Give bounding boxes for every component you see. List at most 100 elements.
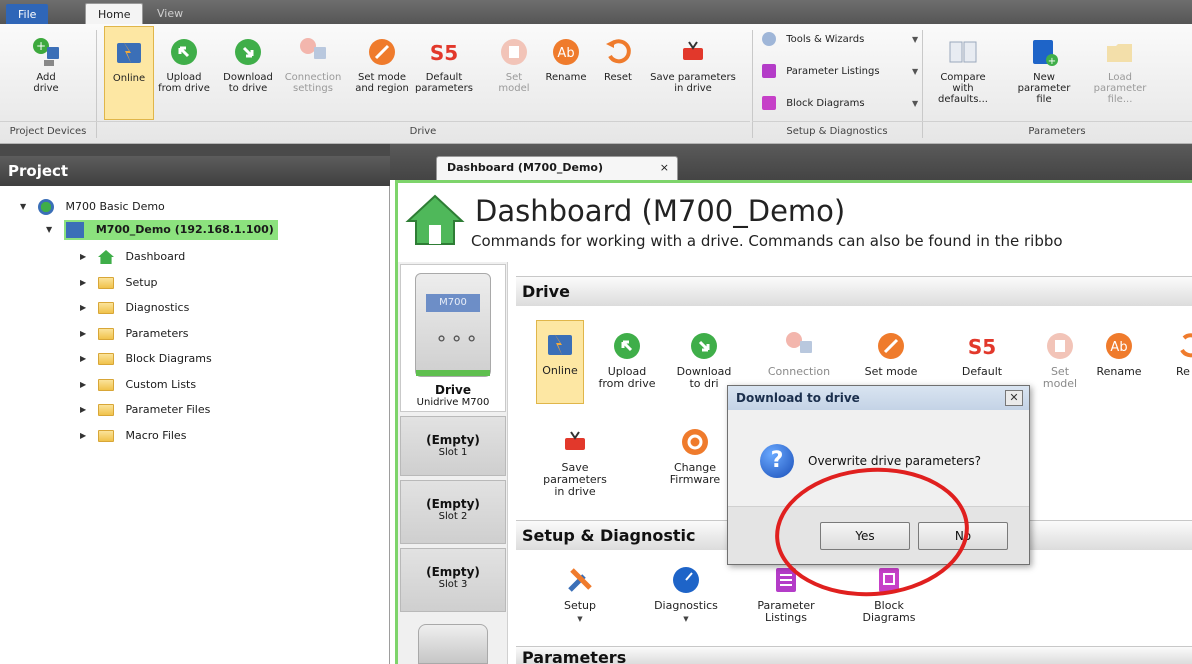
expand-arrow-icon[interactable]: ▶ <box>80 350 86 368</box>
reset-button[interactable]: Reset <box>598 26 638 120</box>
tools-wizards-menu[interactable]: Tools & Wizards ▼ <box>762 30 922 50</box>
block-diagrams-menu[interactable]: Block Diagrams ▼ <box>762 94 922 114</box>
default-button[interactable]: S5 Default <box>952 322 1012 382</box>
tree-item-custom-lists[interactable]: ▶ Custom Lists <box>80 376 196 394</box>
connection-icon <box>786 332 812 353</box>
rename-button[interactable]: Ab Rename <box>544 26 588 120</box>
drive-slot-model: Unidrive M700 <box>416 397 490 408</box>
load-parameter-file-button[interactable]: Load parameter file... <box>1080 26 1160 120</box>
tree-item-diagnostics[interactable]: ▶ Diagnostics <box>80 299 189 317</box>
online-icon <box>548 333 572 355</box>
expand-arrow-icon[interactable]: ▶ <box>80 274 86 292</box>
tree-item-setup[interactable]: ▶ Setup <box>80 274 158 292</box>
parameter-listings-button[interactable]: Parameter Listings <box>748 556 824 636</box>
svg-text:Ab: Ab <box>1110 340 1127 355</box>
expand-arrow-icon[interactable]: ▶ <box>80 299 86 317</box>
close-icon[interactable]: ✕ <box>1005 390 1023 406</box>
svg-text:Ab: Ab <box>557 46 574 61</box>
load-file-label: Load parameter file... <box>1093 72 1147 105</box>
reset-button[interactable]: Re <box>1162 322 1192 382</box>
tab-home[interactable]: Home <box>85 3 144 24</box>
download-button[interactable]: Download to drive <box>220 26 276 120</box>
default-parameters-icon: S5 <box>968 335 996 359</box>
save-parameters-button[interactable]: Save parameters in drive <box>646 26 740 120</box>
parameter-listings-label: Parameter Listings <box>757 599 815 624</box>
tree-item-dashboard[interactable]: ▶ Dashboard <box>80 248 185 266</box>
compare-label: Compare with defaults... <box>938 72 988 105</box>
tab-dashboard[interactable]: Dashboard (M700_Demo) × <box>436 156 678 180</box>
change-firmware-button[interactable]: Change Firmware <box>664 418 726 498</box>
project-panel-title: Project <box>0 156 390 186</box>
tab-view[interactable]: View <box>145 3 195 24</box>
compare-defaults-button[interactable]: Compare with defaults... <box>930 26 996 120</box>
new-file-icon: + <box>1033 40 1058 67</box>
tree-item-parameter-files[interactable]: ▶ Parameter Files <box>80 401 210 419</box>
home-icon <box>405 194 465 245</box>
expand-arrow-icon[interactable]: ▶ <box>80 427 86 445</box>
online-button[interactable]: Online <box>104 26 154 120</box>
download-button[interactable]: Download to dri <box>676 322 732 402</box>
default-parameters-label: Default parameters <box>414 72 473 94</box>
set-mode-button[interactable]: Set mode <box>856 322 926 382</box>
tree-item-label: Parameters <box>125 327 189 340</box>
set-model-button[interactable]: Set model <box>494 26 534 120</box>
save-parameters-label: Save parameters in drive <box>543 461 607 498</box>
expand-arrow-icon[interactable]: ▼ <box>20 198 26 216</box>
drive-icon <box>66 222 84 238</box>
download-icon <box>691 333 717 359</box>
connection-button[interactable]: Connection <box>764 322 834 382</box>
tab-file[interactable]: File <box>6 4 49 24</box>
expand-arrow-icon[interactable]: ▼ <box>46 220 52 240</box>
panel-gap <box>0 144 390 156</box>
chevron-down-icon: ▼ <box>912 35 919 44</box>
default-label: Default <box>961 365 1003 378</box>
slot-2[interactable]: (Empty) Slot 2 <box>400 480 506 544</box>
diagnostics-button[interactable]: Diagnostics ▼ <box>648 556 724 636</box>
block-diagrams-button[interactable]: Block Diagrams <box>852 556 926 636</box>
set-model-icon <box>501 39 527 65</box>
online-button[interactable]: Online <box>536 320 584 404</box>
set-mode-button[interactable]: Set mode and region <box>354 26 410 120</box>
block-diagrams-icon <box>879 568 899 592</box>
upload-icon <box>614 333 640 359</box>
save-parameters-button[interactable]: Save parameters in drive <box>534 418 616 498</box>
rename-button[interactable]: Ab Rename <box>1094 322 1144 382</box>
status-strip <box>416 370 490 376</box>
upload-button[interactable]: Upload from drive <box>158 26 210 120</box>
compare-icon <box>949 41 977 63</box>
expand-arrow-icon[interactable]: ▶ <box>80 376 86 394</box>
parameter-listings-menu[interactable]: Parameter Listings ▼ <box>762 62 922 82</box>
tree-root-item[interactable]: ▼ M700 Basic Demo <box>20 198 165 216</box>
set-model-button[interactable]: Set model <box>1040 322 1080 402</box>
connection-settings-button[interactable]: Connection settings <box>282 26 344 120</box>
set-model-label: Set model <box>1042 365 1078 390</box>
tree-item-block-diagrams[interactable]: ▶ Block Diagrams <box>80 350 212 368</box>
new-parameter-file-button[interactable]: + New parameter file <box>1010 26 1078 120</box>
slot-4-device[interactable] <box>418 624 488 664</box>
default-parameters-button[interactable]: S5 Default parameters <box>414 26 474 120</box>
chevron-down-icon: ▼ <box>912 99 919 108</box>
expand-arrow-icon[interactable]: ▶ <box>80 325 86 343</box>
yes-button[interactable]: Yes <box>820 522 910 550</box>
tree-item-parameters[interactable]: ▶ Parameters <box>80 325 189 343</box>
slot-3[interactable]: (Empty) Slot 3 <box>400 548 506 612</box>
drive-slot[interactable]: M700 ⚬⚬⚬ Drive Unidrive M700 <box>400 264 506 412</box>
block-diagrams-icon <box>762 96 776 110</box>
set-mode-label: Set mode and region <box>355 72 409 94</box>
close-icon[interactable]: × <box>660 157 669 179</box>
slot-1[interactable]: (Empty) Slot 1 <box>400 416 506 476</box>
upload-button[interactable]: Upload from drive <box>596 322 658 402</box>
gauge-icon <box>673 567 699 593</box>
tree-item-macro-files[interactable]: ▶ Macro Files <box>80 427 186 445</box>
add-drive-button[interactable]: + Add drive <box>20 26 72 120</box>
chevron-down-icon: ▼ <box>577 615 583 623</box>
online-icon <box>117 41 141 63</box>
slot-name: (Empty) <box>426 565 480 579</box>
expand-arrow-icon[interactable]: ▶ <box>80 401 86 419</box>
reset-label: Reset <box>604 72 632 83</box>
no-button[interactable]: No <box>918 522 1008 550</box>
tree-drive-item[interactable]: ▼ M700_Demo (192.168.1.100) <box>46 220 278 240</box>
expand-arrow-icon[interactable]: ▶ <box>80 248 86 266</box>
block-diagrams-label: Block Diagrams <box>786 98 865 109</box>
setup-button[interactable]: Setup ▼ <box>550 556 610 636</box>
